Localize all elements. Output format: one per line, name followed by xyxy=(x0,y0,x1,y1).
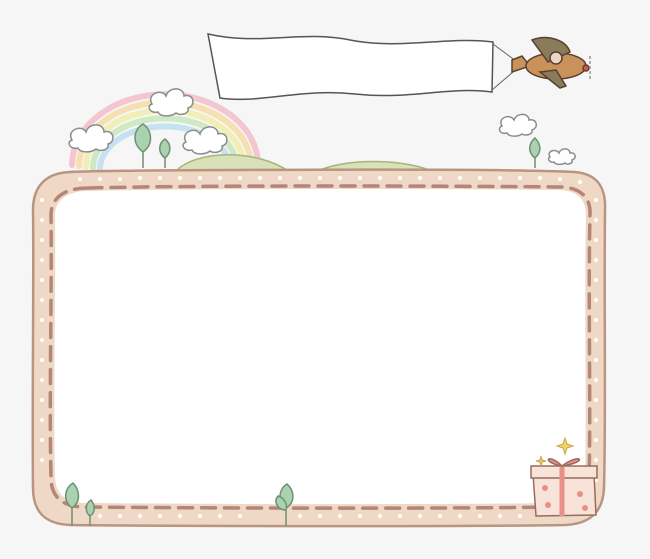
leaf-sprout-icon xyxy=(159,138,171,168)
leaf-sprout-icon xyxy=(134,123,152,168)
cloud-icon xyxy=(498,113,537,137)
banner-text xyxy=(215,44,485,94)
cloud-icon xyxy=(148,88,194,117)
cloud-icon xyxy=(182,126,228,155)
leaf-sprout-icon xyxy=(529,136,541,168)
cloud-icon xyxy=(547,148,576,166)
airplane-icon xyxy=(511,36,591,89)
frame-content xyxy=(70,200,580,490)
